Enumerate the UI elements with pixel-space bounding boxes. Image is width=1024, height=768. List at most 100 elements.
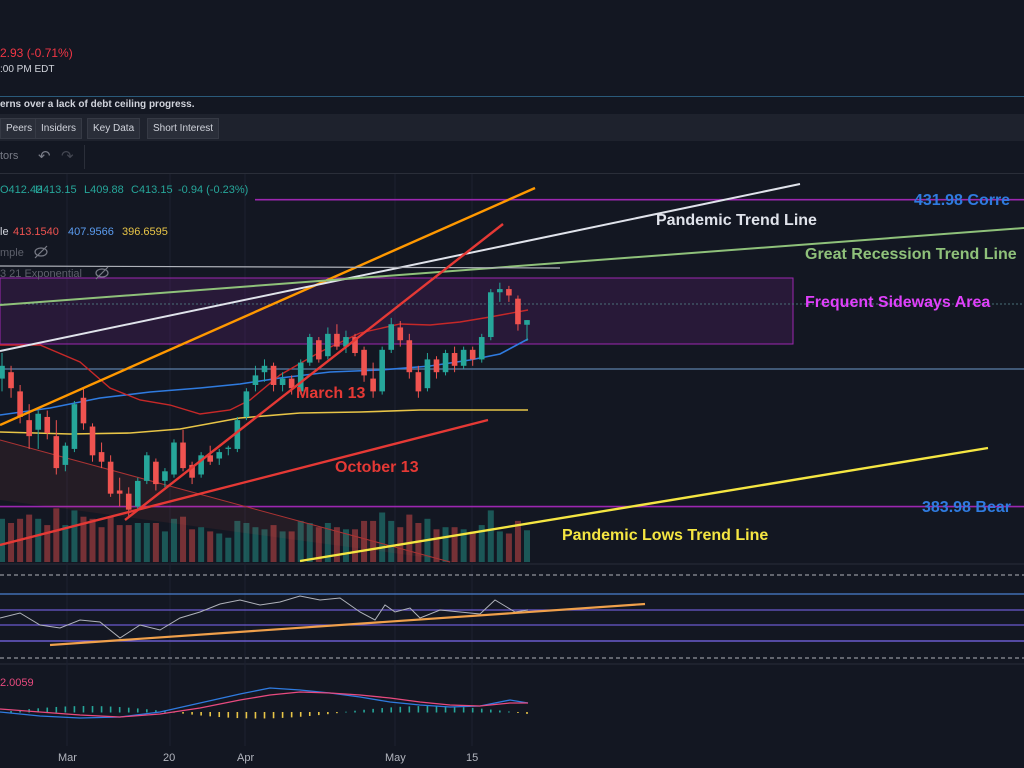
candle-body bbox=[270, 365, 277, 385]
candle-body bbox=[153, 461, 159, 485]
candle-body bbox=[515, 298, 521, 325]
candle[interactable] bbox=[171, 439, 177, 478]
candle-body bbox=[406, 340, 413, 373]
macd-hist-bar bbox=[136, 708, 139, 713]
candle-body bbox=[144, 455, 150, 481]
macd-hist-bar bbox=[426, 706, 429, 713]
sideways-zone[interactable] bbox=[0, 277, 794, 345]
candle-body bbox=[325, 333, 331, 357]
candle[interactable] bbox=[460, 346, 467, 369]
volume-bar bbox=[487, 510, 494, 562]
candle-body bbox=[460, 349, 467, 366]
volume-bar bbox=[514, 520, 521, 562]
level-low-label: 383.98 Bear bbox=[922, 499, 1011, 516]
volume-bar bbox=[71, 510, 78, 562]
macd-hist-bar bbox=[327, 712, 329, 715]
candle-body bbox=[506, 289, 512, 296]
macd-hist-bar bbox=[272, 712, 275, 719]
candle[interactable] bbox=[243, 388, 250, 421]
macd-hist-bar bbox=[299, 712, 302, 717]
candle[interactable] bbox=[478, 333, 485, 363]
volume-bar bbox=[62, 525, 69, 562]
candle-body bbox=[162, 471, 168, 481]
volume-bar bbox=[170, 518, 177, 562]
macd-hist-bar bbox=[10, 711, 12, 713]
pandemic-trend-label: Pandemic Trend Line bbox=[656, 212, 817, 229]
candle-body bbox=[424, 359, 431, 389]
candle-body bbox=[243, 391, 250, 417]
macd-hist-bar bbox=[281, 712, 284, 718]
volume-bar bbox=[442, 527, 449, 562]
candle-body bbox=[44, 416, 51, 433]
ma3-value: 396.6595 bbox=[122, 226, 168, 238]
candle-body bbox=[497, 289, 503, 293]
x-tick-label: 20 bbox=[163, 752, 175, 764]
x-tick-label: May bbox=[385, 752, 406, 764]
volume-bar bbox=[216, 533, 223, 562]
candle[interactable] bbox=[306, 333, 313, 366]
legend-change: -0.94 (-0.23%) bbox=[178, 184, 248, 196]
macd-hist-bar bbox=[227, 712, 230, 718]
price-chart[interactable]: Pandemic Trend Line Great Recession Tren… bbox=[0, 0, 1024, 768]
candle[interactable] bbox=[442, 349, 449, 376]
march-13-label: March 13 bbox=[296, 385, 365, 402]
macd-hist-bar bbox=[46, 707, 49, 713]
candle-body bbox=[53, 436, 60, 469]
candle[interactable] bbox=[134, 477, 141, 510]
candle-body bbox=[478, 337, 485, 360]
candle-body bbox=[98, 452, 105, 462]
candle[interactable] bbox=[487, 289, 494, 341]
volume-bar bbox=[433, 529, 440, 562]
candle-body bbox=[216, 452, 223, 459]
macd-hist-bar bbox=[336, 712, 338, 714]
macd-hist-bar bbox=[82, 706, 85, 713]
candle-body bbox=[524, 320, 530, 325]
candle[interactable] bbox=[316, 337, 322, 363]
ma-legend-prefix: le bbox=[0, 226, 9, 238]
macd-hist-bar bbox=[499, 710, 501, 713]
candle-body bbox=[89, 426, 96, 456]
macd-hist-bar bbox=[390, 707, 393, 713]
time-axis[interactable] bbox=[0, 746, 1024, 768]
volume-bar bbox=[0, 518, 5, 562]
candle-body bbox=[71, 404, 78, 449]
macd-hist-bar bbox=[236, 712, 239, 719]
candle-body bbox=[171, 442, 177, 475]
macd-hist-bar bbox=[73, 706, 76, 713]
volume-bar bbox=[53, 508, 60, 562]
macd-hist-bar bbox=[517, 712, 519, 713]
candle-body bbox=[442, 353, 449, 373]
candle-body bbox=[379, 349, 385, 392]
great-recession-label: Great Recession Trend Line bbox=[805, 246, 1017, 263]
macd-hist-bar bbox=[209, 712, 211, 717]
candle-body bbox=[316, 340, 322, 360]
x-tick-label: Apr bbox=[237, 752, 254, 764]
macd-hist-bar bbox=[363, 709, 365, 713]
candle-body bbox=[26, 420, 32, 437]
candle[interactable] bbox=[71, 400, 78, 453]
candle[interactable] bbox=[406, 333, 413, 379]
candle-body bbox=[180, 442, 186, 469]
x-tick-label: 15 bbox=[466, 752, 478, 764]
candle-body bbox=[261, 365, 268, 373]
volume-bar bbox=[379, 512, 386, 562]
candle-body bbox=[279, 378, 286, 385]
candle[interactable] bbox=[198, 452, 204, 478]
candle-body bbox=[469, 349, 476, 360]
macd-hist-bar bbox=[462, 707, 465, 713]
legend-high: H413.15 bbox=[35, 184, 77, 196]
candle[interactable] bbox=[144, 452, 150, 485]
macd-hist-bar bbox=[127, 707, 130, 713]
candle-body bbox=[252, 375, 259, 385]
ma1-value: 413.1540 bbox=[13, 226, 59, 238]
volume-bar bbox=[107, 516, 114, 562]
candle[interactable] bbox=[379, 346, 385, 395]
macd-hist-bar bbox=[480, 708, 483, 713]
macd-hist-bar bbox=[489, 709, 492, 713]
level-high-label: 431.98 Corre bbox=[914, 192, 1010, 209]
volume-bar bbox=[98, 527, 105, 562]
candle-body bbox=[433, 359, 440, 373]
macd-hist-bar bbox=[408, 706, 411, 713]
volume-bar bbox=[388, 520, 395, 562]
volume-bar bbox=[44, 525, 51, 562]
